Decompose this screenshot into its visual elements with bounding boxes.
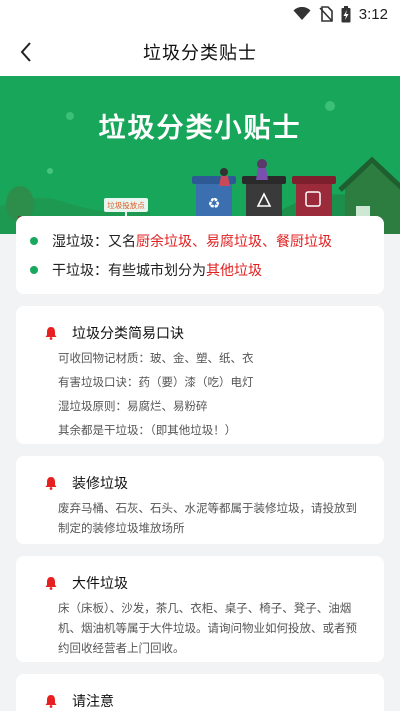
tip-header: 垃圾分类简易口诀 [44, 320, 368, 346]
tip-title: 大件垃圾 [72, 576, 128, 592]
page-title: 垃圾分类贴士 [143, 43, 257, 64]
status-bar: 3:12 [0, 0, 400, 28]
definition-highlight: 其他垃圾 [206, 262, 262, 279]
tip-line: 有害垃圾口诀：药（要）漆（吃）电灯 [58, 375, 254, 389]
banner-image: ♻ 垃圾分类小贴士 垃圾投放点 [0, 76, 400, 234]
banner-title: 垃圾分类小贴士 [98, 113, 302, 144]
tip-header: 装修垃圾 [44, 470, 368, 496]
banner-sign-label: 垃圾投放点 [107, 201, 145, 210]
tip-line: 其余都是干垃圾：（即其他垃圾！） [58, 423, 237, 437]
definition-label: 干垃圾：有些城市划分为 [52, 262, 206, 279]
status-time: 3:12 [358, 5, 388, 23]
battery-charging-icon [341, 5, 351, 23]
definition-highlight: 厨余垃圾、易腐垃圾、餐厨垃圾 [136, 233, 332, 250]
tip-title: 垃圾分类简易口诀 [72, 326, 184, 342]
tip-title: 装修垃圾 [72, 476, 128, 492]
tip-card-renovation: 装修垃圾 废弃马桶、石灰、石头、水泥等都属于装修垃圾，请投放到制定的装修垃圾堆放… [16, 456, 384, 544]
tip-body: 床（床板）、沙发，茶几、衣柜、桌子、椅子、凳子、油烟机、烟油机等属于大件垃圾。请… [58, 601, 357, 655]
bell-icon [45, 477, 57, 490]
no-sim-icon [319, 6, 333, 22]
tip-card-slogan: 垃圾分类简易口诀 可收回物记材质：玻、金、塑、纸、衣 有害垃圾口诀：药（要）漆（… [16, 306, 384, 444]
bullet-dot-icon [30, 236, 38, 245]
definition-row: 湿垃圾：又名 厨余垃圾、易腐垃圾、餐厨垃圾 [30, 226, 370, 255]
bell-icon [45, 695, 57, 708]
tip-header: 请注意 [44, 688, 368, 711]
wifi-icon [293, 7, 311, 21]
tip-card-bulky: 大件垃圾 床（床板）、沙发，茶几、衣柜、桌子、椅子、凳子、油烟机、烟油机等属于大… [16, 556, 384, 662]
back-arrow-icon [20, 42, 31, 62]
definition-card: 湿垃圾：又名 厨余垃圾、易腐垃圾、餐厨垃圾 干垃圾：有些城市划分为 其他垃圾 [16, 216, 384, 294]
tip-title: 请注意 [72, 694, 114, 710]
svg-text:♻: ♻ [208, 196, 221, 212]
bell-icon [45, 327, 57, 340]
tip-header: 大件垃圾 [44, 570, 368, 596]
title-bar: 垃圾分类贴士 [0, 28, 400, 76]
tip-line: 湿垃圾原则：易腐烂、易粉碎 [58, 399, 208, 413]
tip-body: 废弃马桶、石灰、石头、水泥等都属于装修垃圾，请投放到制定的装修垃圾堆放场所 [58, 501, 357, 535]
tip-card-notice: 请注意 [16, 674, 384, 711]
bell-icon [45, 577, 57, 590]
definition-row: 干垃圾：有些城市划分为 其他垃圾 [30, 255, 370, 284]
bullet-dot-icon [30, 265, 38, 274]
tip-line: 可收回物记材质：玻、金、塑、纸、衣 [58, 351, 254, 365]
definition-label: 湿垃圾：又名 [52, 233, 136, 250]
back-button[interactable] [10, 36, 42, 68]
